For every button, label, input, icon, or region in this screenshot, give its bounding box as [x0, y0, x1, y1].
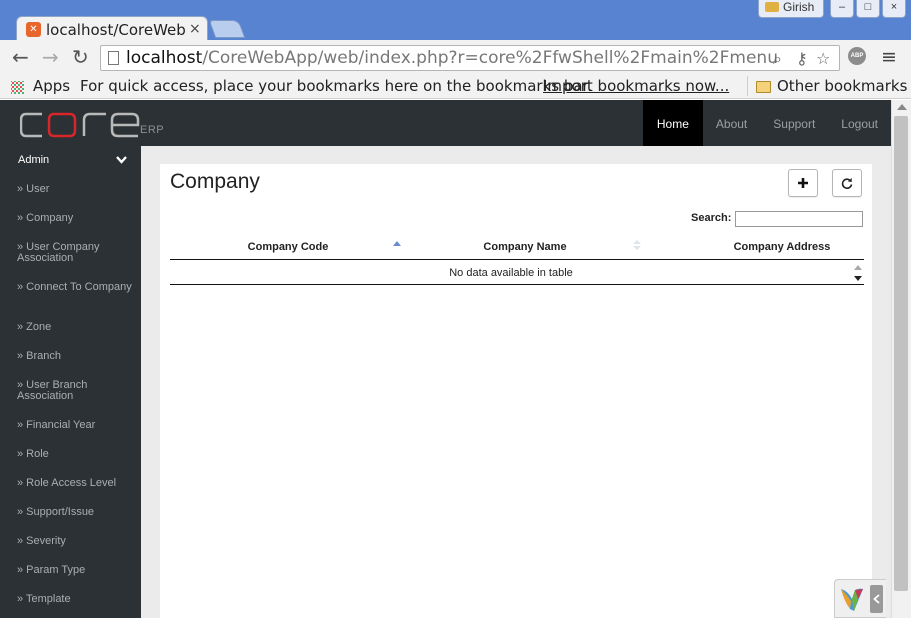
sidebar-item-template[interactable]: » Template [0, 594, 141, 605]
sidebar-item-company[interactable]: » Company [0, 213, 141, 224]
tab-close-icon[interactable]: × [189, 21, 201, 37]
adblock-icon[interactable]: ABP [848, 47, 866, 65]
column-company-code[interactable]: Company Code [194, 241, 382, 253]
back-arrow-icon[interactable]: ← [12, 46, 29, 68]
profile-name: Girish [783, 0, 815, 14]
folder-icon [756, 81, 771, 93]
sidebar-item-param-type[interactable]: » Param Type [0, 565, 141, 576]
browser-menu-icon[interactable]: ≡ [881, 46, 897, 68]
key-icon[interactable]: ⚷ [796, 49, 808, 68]
yii-debug-toolbar[interactable] [834, 579, 886, 618]
bookmark-star-icon[interactable]: ☆ [816, 49, 830, 68]
minimize-button[interactable]: – [830, 0, 854, 18]
table-header-row: Company Code Company Name Company Addres… [170, 234, 864, 260]
maximize-button[interactable]: □ [856, 0, 880, 18]
page-scrollbar[interactable] [891, 100, 911, 618]
column-company-address[interactable]: Company Address [690, 241, 874, 253]
company-panel: Company Search: Company Code Company Nam… [160, 164, 872, 618]
browser-toolbar: ← → ↻ localhost/CoreWebApp/web/index.php… [0, 40, 911, 74]
tab-title: localhost/CoreWebA [46, 21, 186, 39]
sort-asc-icon[interactable] [393, 239, 401, 251]
refresh-button[interactable] [832, 169, 862, 197]
bookmarks-divider [747, 76, 748, 96]
xampp-favicon-icon: ✕ [26, 22, 41, 37]
plus-icon [798, 178, 808, 188]
other-bookmarks-link[interactable]: Other bookmarks [777, 77, 907, 95]
url-text: localhost/CoreWebApp/web/index.php?r=cor… [126, 48, 778, 68]
column-company-name[interactable]: Company Name [430, 241, 620, 253]
sidebar-item-user-branch-association[interactable]: » User Branch Association [0, 380, 141, 402]
nav-home[interactable]: Home [642, 100, 703, 146]
search-label: Search: [691, 212, 732, 224]
new-tab-button[interactable] [208, 20, 246, 38]
reload-icon[interactable]: ↻ [72, 46, 89, 68]
sidebar-item-support-issue[interactable]: » Support/Issue [0, 507, 141, 518]
browser-titlebar: ✕ localhost/CoreWebA × Girish – □ × [0, 0, 911, 42]
sidebar-item-connect-to-company[interactable]: » Connect To Company [0, 282, 141, 293]
nav-support[interactable]: Support [760, 100, 828, 146]
page-title: Company [170, 170, 260, 193]
refresh-icon [841, 178, 853, 189]
chevron-left-icon [873, 594, 880, 604]
sidebar-item-role[interactable]: » Role [0, 449, 141, 460]
top-nav: Home About Support Logout [642, 100, 891, 146]
nav-about[interactable]: About [703, 100, 760, 146]
apps-link[interactable]: Apps [33, 77, 70, 95]
sidebar-item-user-company-association[interactable]: » User Company Association [0, 242, 141, 264]
table-scroll-arrows-icon[interactable] [854, 264, 862, 282]
scrollbar-thumb[interactable] [894, 116, 908, 591]
app-header: ERP Home About Support Logout [0, 100, 891, 146]
address-bar[interactable]: localhost/CoreWebApp/web/index.php?r=cor… [100, 45, 840, 71]
yii-logo-icon [841, 588, 863, 611]
sidebar-item-zone[interactable]: » Zone [0, 322, 141, 333]
profile-icon [765, 2, 779, 12]
page-icon [108, 51, 119, 65]
sidebar-section-label: Admin [18, 154, 50, 166]
scroll-up-arrow-icon[interactable] [897, 104, 907, 110]
sidebar-item-financial-year[interactable]: » Financial Year [0, 420, 141, 431]
sidebar-item-branch[interactable]: » Branch [0, 351, 141, 362]
browser-tab[interactable]: ✕ localhost/CoreWebA × [16, 16, 208, 42]
yii-toggle-button[interactable] [870, 585, 883, 613]
sidebar: Admin » User » Company » User Company As… [0, 146, 141, 618]
add-company-button[interactable] [788, 169, 818, 197]
main-content: Company Search: Company Code Company Nam… [141, 146, 891, 618]
logo-subtitle: ERP [140, 124, 165, 136]
profile-button[interactable]: Girish [758, 0, 824, 18]
sort-both-icon[interactable] [633, 239, 641, 251]
table-row: No data available in table [170, 261, 864, 285]
empty-table-message: No data available in table [449, 267, 573, 279]
sidebar-item-role-access-level[interactable]: » Role Access Level [0, 478, 141, 489]
sidebar-item-severity[interactable]: » Severity [0, 536, 141, 547]
bookmarks-bar: Apps For quick access, place your bookma… [0, 74, 911, 99]
window-close-button[interactable]: × [882, 0, 906, 18]
sidebar-section-admin[interactable]: Admin [0, 146, 141, 176]
nav-logout[interactable]: Logout [828, 100, 891, 146]
zoom-icon[interactable]: ⌕ [773, 49, 782, 69]
apps-grid-icon[interactable] [11, 81, 24, 94]
import-bookmarks-link[interactable]: Import bookmarks now... [543, 77, 729, 95]
forward-arrow-icon[interactable]: → [42, 46, 59, 68]
bookmarks-hint: For quick access, place your bookmarks h… [80, 77, 593, 95]
chevron-down-icon [116, 156, 127, 164]
search-input[interactable] [735, 211, 863, 227]
sidebar-item-user[interactable]: » User [0, 184, 141, 195]
